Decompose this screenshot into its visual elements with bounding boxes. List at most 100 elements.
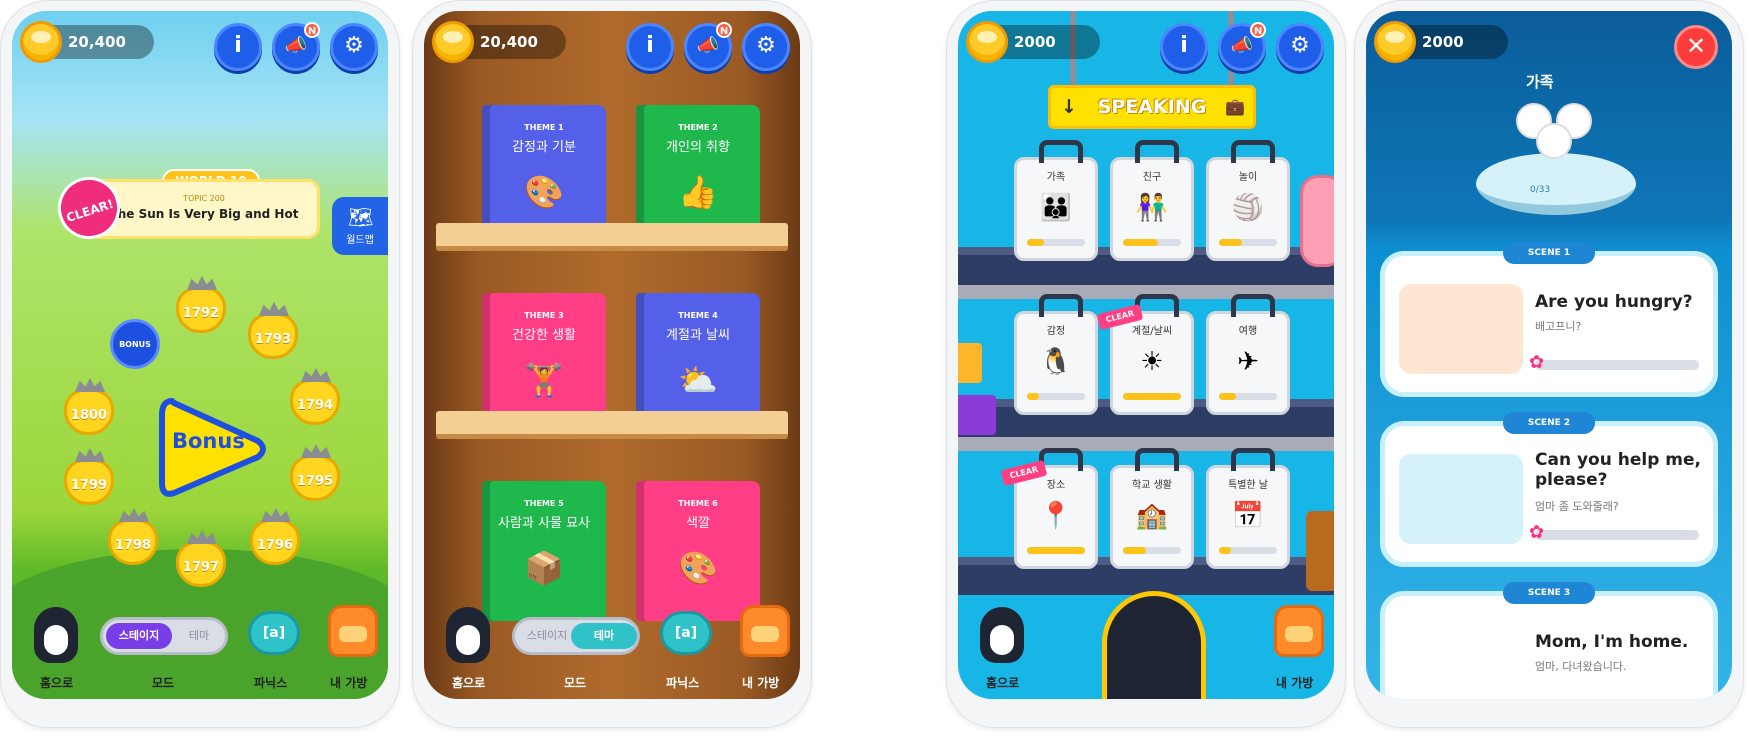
backpack-icon[interactable]	[328, 605, 378, 657]
theme-number: THEME 2	[678, 123, 718, 132]
stage-node[interactable]: 1795	[290, 455, 340, 501]
backpack-icon[interactable]	[740, 605, 790, 657]
info-button[interactable]: i	[626, 23, 674, 71]
mode-toggle[interactable]: 스테이지 테마	[512, 617, 640, 655]
topic-label: 학교 생활	[1132, 480, 1172, 491]
notice-button[interactable]: 📣 N	[272, 22, 320, 71]
theme-shelf-screen: 20,400 i 📣 N ⚙ THEME 1 감정과 기분 🎨 THEME 2 개…	[424, 11, 800, 699]
topic-label: 감정	[1046, 326, 1066, 337]
suitcase-topic[interactable]: 놀이 🏐	[1206, 140, 1290, 261]
topic-progress-fill	[1123, 547, 1147, 554]
stage-node[interactable]: 1796	[250, 519, 300, 565]
topic-label: 여행	[1238, 326, 1258, 337]
info-icon: i	[646, 33, 654, 58]
nav-phonics[interactable]: 파닉스	[254, 674, 287, 691]
topic-progress	[1123, 393, 1181, 400]
coin-icon	[966, 21, 1008, 63]
coin-value: 2000	[1014, 33, 1056, 51]
topic-progress-fill	[1027, 239, 1045, 246]
nav-home[interactable]: 홈으로	[986, 674, 1019, 691]
topic-banner[interactable]: TOPIC 200 The Sun Is Very Big and Hot	[88, 179, 320, 239]
bonus-small-button[interactable]: BONUS	[110, 319, 160, 369]
family-icon: 👪	[1039, 193, 1073, 223]
backpack-icon[interactable]	[1274, 605, 1324, 657]
arrow-down-icon: ↓	[1061, 96, 1077, 118]
worldmap-button[interactable]: 🗺 월드맵	[332, 197, 388, 255]
scene-card[interactable]: SCENE 3 Mom, I'm home. 엄마, 다녀왔습니다.	[1380, 582, 1718, 699]
suitcase-topic[interactable]: 여행 ✈	[1206, 294, 1290, 415]
gear-icon: ⚙	[1290, 33, 1310, 58]
suitcase-topic[interactable]: 계절/날씨 ☀	[1110, 294, 1194, 415]
info-button[interactable]: i	[214, 23, 262, 71]
coin-value: 20,400	[68, 33, 126, 51]
mode-toggle-inactive: 스테이지	[526, 629, 568, 642]
stage-node-current[interactable]: 1800	[64, 389, 114, 435]
suitcase-topic[interactable]: 가족 👪	[1014, 140, 1098, 261]
notice-button[interactable]: 📣 N	[1218, 22, 1266, 71]
coin-counter: 20,400	[432, 21, 566, 63]
topic-progress	[1219, 239, 1277, 246]
topic-progress	[1219, 547, 1277, 554]
suitcase-topic[interactable]: 친구 👫	[1110, 140, 1194, 261]
mode-toggle[interactable]: 스테이지 테마	[100, 617, 228, 655]
scene-illustration	[1399, 624, 1523, 699]
coin-icon	[20, 21, 62, 63]
penguin-home-icon[interactable]	[980, 607, 1024, 663]
suitcase-topic[interactable]: 학교 생활 🏫	[1110, 448, 1194, 569]
speaking-label: SPEAKING	[1097, 96, 1207, 118]
suitcase-topic[interactable]: 감정 🐧	[1014, 294, 1098, 415]
close-button[interactable]: ✕	[1674, 25, 1718, 69]
phone-speaking: 2000 i 📣 N ⚙ ↓ SPEAKING 💼 가족 👪 친구 👫 놀이 🏐…	[946, 0, 1346, 728]
phone-theme-shelf: 20,400 i 📣 N ⚙ THEME 1 감정과 기분 🎨 THEME 2 개…	[412, 0, 812, 728]
scene-card[interactable]: SCENE 1 Are you hungry? 배고프니?	[1380, 242, 1718, 397]
theme-title: 계절과 날씨	[666, 328, 730, 343]
nav-home[interactable]: 홈으로	[452, 674, 485, 691]
theme-number: THEME 5	[524, 499, 564, 508]
nav-bag[interactable]: 내 가방	[330, 674, 367, 691]
topic-title: The Sun Is Very Big and Hot	[109, 207, 299, 221]
brown-case	[1306, 511, 1334, 591]
scene-illustration	[1399, 284, 1523, 374]
topic-label: 친구	[1142, 172, 1162, 183]
topic-progress-fill	[1123, 393, 1181, 400]
scene-english: Can you help me, please?	[1535, 450, 1701, 490]
scene-number: SCENE 1	[1503, 242, 1595, 264]
stage-node[interactable]: 1799	[64, 459, 114, 505]
penguin-home-icon[interactable]	[446, 607, 490, 663]
topic-label: 계절/날씨	[1131, 326, 1173, 337]
nav-bag[interactable]: 내 가방	[1276, 674, 1313, 691]
settings-button[interactable]: ⚙	[330, 23, 378, 71]
stage-node[interactable]: 1792	[176, 287, 226, 333]
gear-icon: ⚙	[344, 33, 364, 58]
phonics-icon[interactable]: [a]	[660, 611, 712, 655]
close-icon: ✕	[1685, 32, 1707, 60]
megaphone-icon: 📣	[696, 35, 720, 56]
nav-bag[interactable]: 내 가방	[742, 674, 779, 691]
theme-number: THEME 4	[678, 311, 718, 320]
school-icon: 🏫	[1135, 501, 1169, 531]
phonics-icon[interactable]: [a]	[248, 611, 300, 655]
notice-button[interactable]: 📣 N	[684, 22, 732, 71]
topic-progress	[1123, 547, 1181, 554]
theme-title: 색깔	[686, 516, 710, 531]
info-button[interactable]: i	[1160, 23, 1208, 71]
map-icon: 🗺	[348, 205, 374, 229]
nav-home[interactable]: 홈으로	[40, 674, 73, 691]
info-icon: i	[234, 33, 242, 58]
coin-counter: 2000	[1374, 21, 1508, 63]
scene-card[interactable]: SCENE 2 Can you help me, please? 엄마 좀 도와…	[1380, 412, 1718, 567]
penguin-icon: 🐧	[1039, 347, 1073, 377]
settings-button[interactable]: ⚙	[742, 23, 790, 71]
bottom-nav: 홈으로 스테이지 테마 모드 [a] 파닉스 내 가방	[12, 599, 388, 699]
nav-mode: 모드	[152, 676, 175, 690]
mode-toggle-inactive: 테마	[188, 629, 210, 642]
settings-button[interactable]: ⚙	[1276, 23, 1324, 71]
stage-node[interactable]: 1798	[108, 519, 158, 565]
stage-node[interactable]: 1793	[248, 313, 298, 359]
nav-phonics[interactable]: 파닉스	[666, 674, 699, 691]
penguin-home-icon[interactable]	[34, 607, 78, 663]
pink-bag	[1300, 175, 1334, 267]
stage-node[interactable]: 1794	[290, 379, 340, 425]
stage-node[interactable]: 1797	[176, 541, 226, 587]
suitcase-topic[interactable]: 특별한 날 📅	[1206, 448, 1290, 569]
